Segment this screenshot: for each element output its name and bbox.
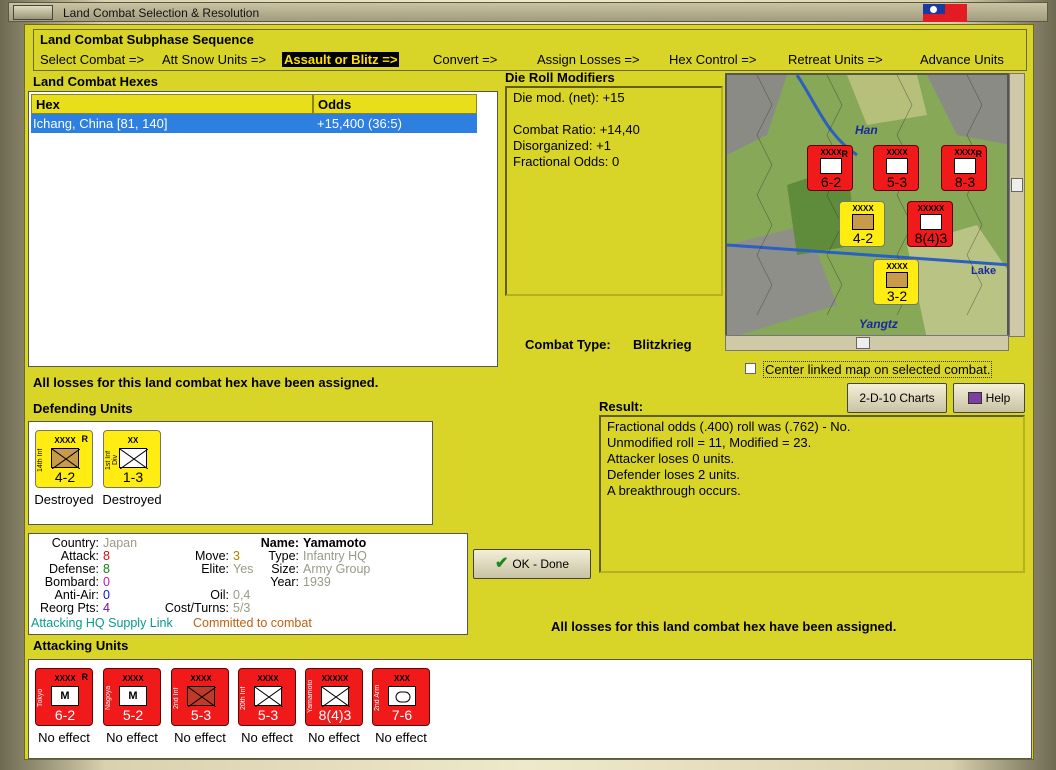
attacking-unit[interactable]: XXX 2nd Arm 7-6 <box>372 668 430 726</box>
window-title: Land Combat Selection & Resolution <box>63 6 260 20</box>
subphase-sequence: Land Combat Subphase Sequence Select Com… <box>33 29 1027 71</box>
attacking-title: Attacking Units <box>33 638 129 653</box>
attacking-status: No effect <box>308 730 360 745</box>
result-line: Defender loses 2 units. <box>607 467 740 482</box>
checkmark-icon: ✔ <box>494 555 509 572</box>
map-label-han: Han <box>855 123 878 137</box>
defending-unit[interactable]: XXXX R 14th Inf 4-2 <box>35 430 93 488</box>
combat-type-label: Combat Type: <box>525 337 611 352</box>
ok-label: OK - Done <box>512 557 570 571</box>
step-att-snow: Att Snow Units => <box>162 52 267 67</box>
china-flag-icon <box>923 4 967 22</box>
attacking-unit[interactable]: XXXX R Tokyo M 6-2 <box>35 668 93 726</box>
attacking-status: No effect <box>174 730 226 745</box>
step-hex-control: Hex Control => <box>669 52 757 67</box>
attacking-status: No effect <box>375 730 427 745</box>
map-unit[interactable]: XXXX R 6-2 <box>807 145 853 191</box>
result-line: Fractional odds (.400) roll was (.762) -… <box>607 419 851 434</box>
main-panel: Land Combat Subphase Sequence Select Com… <box>24 24 1034 760</box>
losses-message-2: All losses for this land combat hex have… <box>551 619 897 634</box>
attacking-status: No effect <box>241 730 293 745</box>
attacking-unit[interactable]: XXXXX Yamamoto 8(4)3 <box>305 668 363 726</box>
col-odds[interactable]: Odds <box>313 94 477 114</box>
attacking-status: No effect <box>38 730 90 745</box>
losses-message: All losses for this land combat hex have… <box>33 375 379 390</box>
defending-title: Defending Units <box>33 401 133 416</box>
step-assault-blitz: Assault or Blitz => <box>282 52 400 67</box>
map-vertical-scrollbar[interactable] <box>1009 73 1025 337</box>
result-line: A breakthrough occurs. <box>607 483 741 498</box>
map-unit[interactable]: XXXX 5-3 <box>873 145 919 191</box>
odds-cell: +15,400 (36:5) <box>317 116 402 131</box>
linked-map[interactable]: Han Lake Yangtz XXXX R 6-2 XXXX 5-3 XXXX R 8-… <box>725 73 1009 337</box>
ok-done-button[interactable]: ✔ OK - Done <box>473 549 591 579</box>
subphase-title: Land Combat Subphase Sequence <box>40 32 254 47</box>
charts-button[interactable]: 2-D-10 Charts <box>847 383 947 413</box>
step-select-combat: Select Combat => <box>40 52 145 67</box>
defending-unit[interactable]: XX 1st Inf Div 1-3 <box>103 430 161 488</box>
die-line: Combat Ratio: +14,40 <box>513 122 640 137</box>
map-unit-selected[interactable]: XXXX 4-2 <box>839 201 885 247</box>
hex-cell: Ichang, China [81, 140] <box>33 116 168 131</box>
attacking-unit[interactable]: XXXX Nagoya M 5-2 <box>103 668 161 726</box>
defending-status: Destroyed <box>34 492 94 507</box>
attacking-units-panel: XXXX R Tokyo M 6-2 No effect XXXX Nagoya M 5-2 … <box>28 659 1032 759</box>
combat-type-value: Blitzkrieg <box>633 337 692 352</box>
map-unit[interactable]: XXXX 3-2 <box>873 259 919 305</box>
die-line <box>513 106 715 122</box>
unit-info-panel: Country: Japan Attack: 8 Defense: 8 Bombard… <box>28 533 468 635</box>
map-unit[interactable]: XXXX R 8-3 <box>941 145 987 191</box>
hexes-title: Land Combat Hexes <box>33 74 158 89</box>
hexes-table: Hex Odds Ichang, China [81, 140] +15,400… <box>28 91 498 367</box>
result-panel: Fractional odds (.400) roll was (.762) -… <box>599 415 1025 573</box>
system-menu-button[interactable] <box>13 5 53 20</box>
die-line: Die mod. (net): +15 <box>513 90 625 105</box>
die-title: Die Roll Modifiers <box>505 70 615 85</box>
center-map-label[interactable]: Center linked map on selected combat. <box>763 361 993 378</box>
result-line: Unmodified roll = 11, Modified = 23. <box>607 435 812 450</box>
step-assign-losses: Assign Losses => <box>537 52 640 67</box>
step-advance: Advance Units <box>920 52 1004 67</box>
center-map-checkbox[interactable] <box>745 363 756 374</box>
col-hex[interactable]: Hex <box>31 94 313 114</box>
map-label-yangtze: Yangtz <box>859 317 898 331</box>
map-horizontal-scrollbar[interactable] <box>725 335 1009 351</box>
attacking-unit[interactable]: XXXX 20th Inf 5-3 <box>238 668 296 726</box>
help-book-icon <box>967 392 982 404</box>
title-bar: Land Combat Selection & Resolution <box>8 2 1048 22</box>
help-label: Help <box>985 391 1011 405</box>
attacking-unit[interactable]: XXXX 2nd Inf 5-3 <box>171 668 229 726</box>
help-button[interactable]: Help <box>953 383 1025 413</box>
result-title: Result: <box>599 399 644 414</box>
attacking-status: No effect <box>106 730 158 745</box>
step-convert: Convert => <box>433 52 498 67</box>
die-line: Fractional Odds: 0 <box>513 154 620 169</box>
result-line: Attacker loses 0 units. <box>607 451 735 466</box>
step-retreat: Retreat Units => <box>788 52 883 67</box>
defending-status: Destroyed <box>102 492 162 507</box>
die-line: Disorganized: +1 <box>513 138 611 153</box>
die-modifiers: Die mod. (net): +15 Combat Ratio: +14,40… <box>505 86 723 296</box>
map-unit[interactable]: XXXXX 8(4)3 <box>907 201 953 247</box>
map-label-lake: Lake <box>971 265 997 277</box>
table-row[interactable]: Ichang, China [81, 140] +15,400 (36:5) <box>31 114 477 133</box>
defending-units-panel: XXXX R 14th Inf 4-2 Destroyed XX 1st Inf Div… <box>28 421 433 525</box>
